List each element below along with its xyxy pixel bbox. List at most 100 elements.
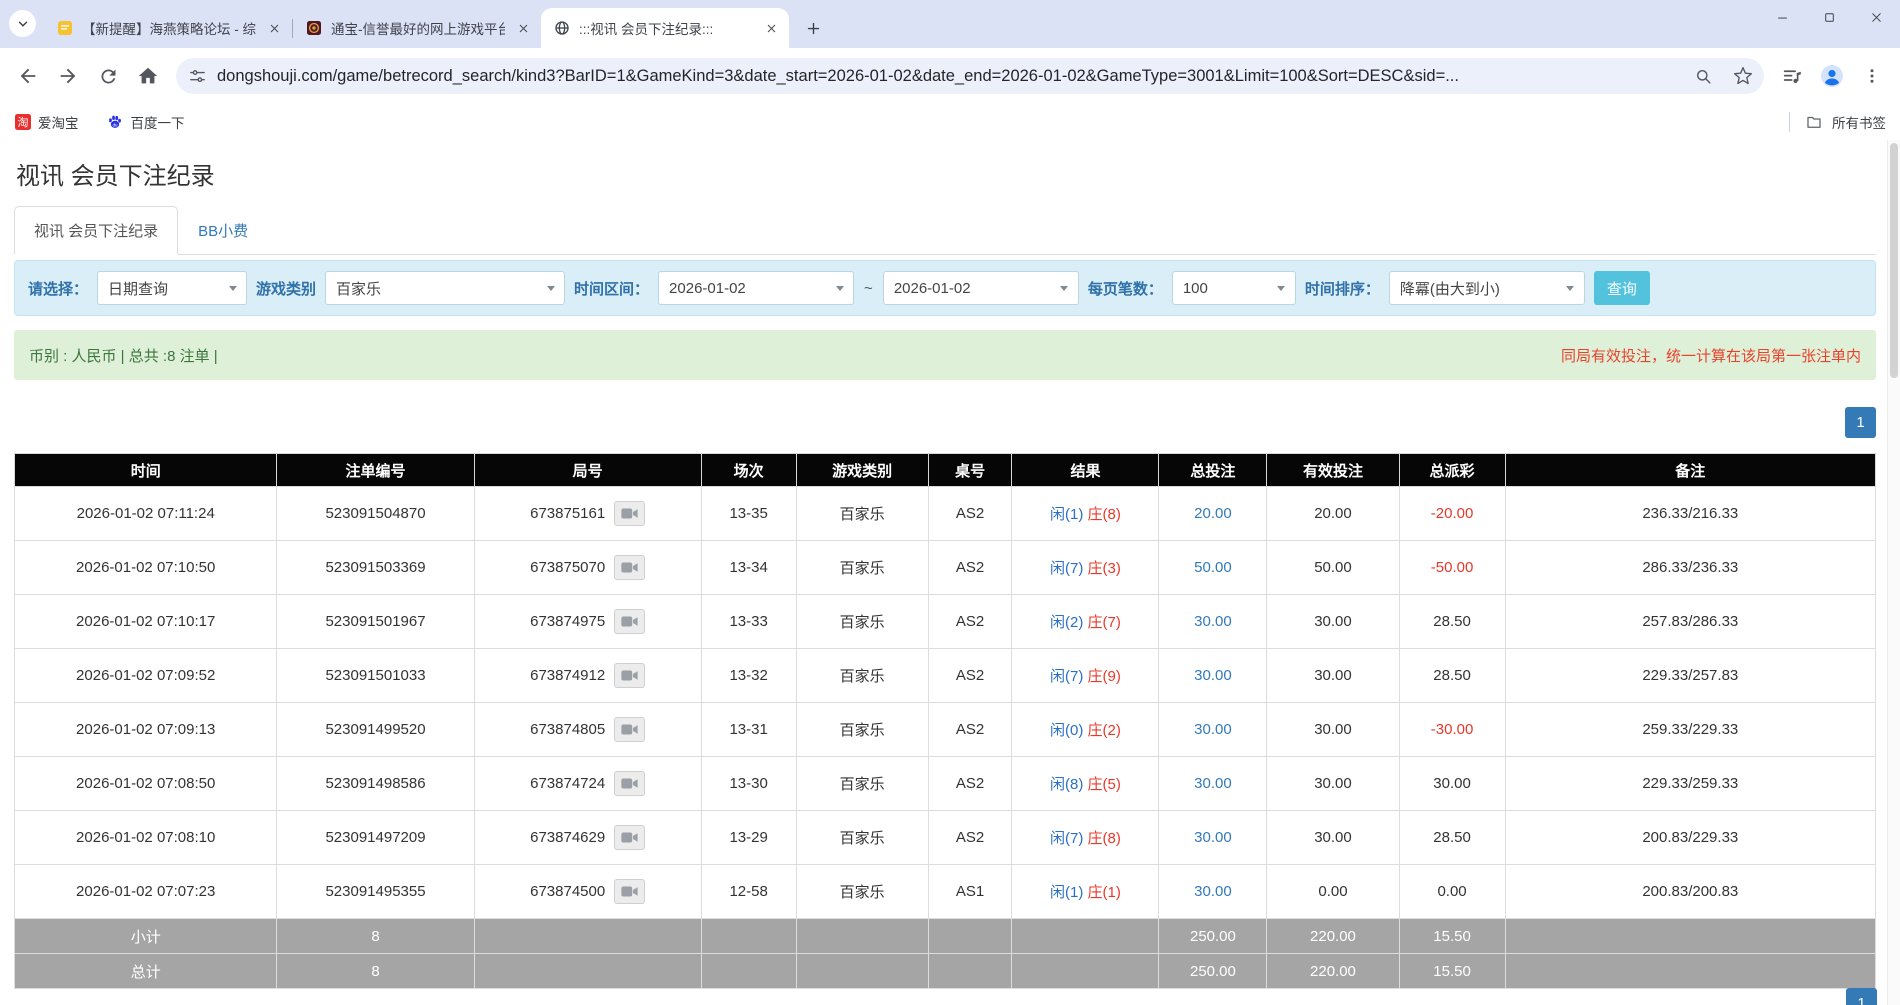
window-maximize-button[interactable] (1806, 0, 1853, 34)
bookmarks-divider (1789, 112, 1790, 132)
cell-payout: 0.00 (1399, 865, 1505, 919)
table-row: 2026-01-02 07:09:13523091499520673874805… (15, 703, 1876, 757)
tab-search-button[interactable] (9, 10, 36, 37)
date-end-select[interactable]: 2026-01-02 (883, 271, 1079, 305)
refresh-button[interactable] (88, 56, 128, 96)
cell-payout: -20.00 (1399, 487, 1505, 541)
cell-game-type: 百家乐 (796, 595, 928, 649)
cell-game-type: 百家乐 (796, 811, 928, 865)
url-text[interactable]: dongshouji.com/game/betrecord_search/kin… (217, 67, 1678, 86)
query-mode-select[interactable]: 日期查询 (97, 271, 247, 305)
minimize-icon (1776, 11, 1789, 24)
cell-game-type: 百家乐 (796, 541, 928, 595)
casino-favicon-icon (305, 20, 322, 37)
browser-tab-1[interactable]: 【新提醒】海燕策略论坛 - 综合 (44, 8, 292, 48)
new-tab-button[interactable] (799, 14, 827, 42)
video-replay-button[interactable] (614, 501, 645, 526)
page-number-button[interactable]: 1 (1846, 988, 1877, 1005)
home-button[interactable] (128, 56, 168, 96)
cell-result: 闲(1) 庄(8) (1012, 487, 1159, 541)
cell-total-bet: 30.00 (1159, 703, 1267, 757)
browser-tab-strip: 【新提醒】海燕策略论坛 - 综合 通宝-信誉最好的网上游戏平台 :::视讯 会员… (0, 0, 1900, 48)
scrollbar-thumb[interactable] (1890, 143, 1898, 378)
cell-bet-no: 523091499520 (277, 703, 474, 757)
cell-total-bet: 20.00 (1159, 487, 1267, 541)
page-size-select[interactable]: 100 (1172, 271, 1296, 305)
zoom-page-button[interactable] (1688, 61, 1718, 91)
column-header: 总投注 (1159, 454, 1267, 487)
forum-favicon-icon (56, 20, 73, 37)
forward-button[interactable] (48, 56, 88, 96)
cell-remark: 200.83/200.83 (1505, 865, 1875, 919)
svg-text:du: du (113, 122, 118, 127)
home-icon (137, 65, 159, 87)
video-replay-button[interactable] (614, 663, 645, 688)
video-replay-button[interactable] (614, 555, 645, 580)
tab-close-icon[interactable] (762, 19, 781, 38)
video-replay-button[interactable] (614, 717, 645, 742)
column-header: 时间 (15, 454, 277, 487)
media-controls-button[interactable] (1772, 56, 1812, 96)
cell-total-bet: 50.00 (1159, 541, 1267, 595)
back-button[interactable] (8, 56, 48, 96)
cell-result: 闲(7) 庄(9) (1012, 649, 1159, 703)
video-replay-button[interactable] (614, 771, 645, 796)
video-replay-button[interactable] (614, 609, 645, 634)
tab-close-icon[interactable] (265, 19, 284, 38)
tab-bet-records[interactable]: 视讯 会员下注纪录 (14, 206, 178, 255)
address-bar[interactable]: dongshouji.com/game/betrecord_search/kin… (176, 58, 1764, 94)
cell-result: 闲(1) 庄(1) (1012, 865, 1159, 919)
cell-bet-no: 523091501967 (277, 595, 474, 649)
column-header: 游戏类别 (796, 454, 928, 487)
bookmark-star-button[interactable] (1728, 61, 1758, 91)
window-close-button[interactable] (1853, 0, 1900, 34)
cell-payout: 28.50 (1399, 649, 1505, 703)
dropdown-arrow-icon (1268, 286, 1295, 291)
browser-tab-active[interactable]: :::视讯 会员下注纪录::: (541, 8, 789, 48)
refresh-icon (98, 66, 119, 87)
cell-remark: 200.83/229.33 (1505, 811, 1875, 865)
all-bookmarks-label[interactable]: 所有书签 (1832, 112, 1886, 132)
window-minimize-button[interactable] (1759, 0, 1806, 34)
profile-avatar[interactable] (1812, 56, 1852, 96)
cell-result: 闲(8) 庄(5) (1012, 757, 1159, 811)
video-replay-button[interactable] (614, 879, 645, 904)
tab-bb-tip[interactable]: BB小费 (178, 206, 268, 255)
camera-icon (621, 723, 638, 736)
search-button[interactable]: 查询 (1594, 271, 1650, 305)
site-settings-icon (188, 67, 207, 86)
cell-remark: 229.33/257.83 (1505, 649, 1875, 703)
video-replay-button[interactable] (614, 825, 645, 850)
browser-tab-2[interactable]: 通宝-信誉最好的网上游戏平台 (293, 8, 541, 48)
cell-time: 2026-01-02 07:10:50 (15, 541, 277, 595)
page-number-button[interactable]: 1 (1845, 407, 1876, 438)
range-tilde: ~ (863, 280, 874, 297)
cell-total-bet: 30.00 (1159, 595, 1267, 649)
cell-round-no: 673874724 (474, 757, 701, 811)
subtotal-count: 8 (277, 919, 474, 954)
tab-close-icon[interactable] (514, 19, 533, 38)
forward-arrow-icon (57, 65, 79, 87)
cell-session: 13-31 (701, 703, 796, 757)
chevron-down-icon (16, 17, 30, 31)
cell-session: 13-34 (701, 541, 796, 595)
browser-menu-button[interactable] (1852, 56, 1892, 96)
plus-icon (806, 21, 821, 36)
cell-session: 12-58 (701, 865, 796, 919)
sort-order-select[interactable]: 降冪(由大到小) (1389, 271, 1585, 305)
date-start-select[interactable]: 2026-01-02 (658, 271, 854, 305)
camera-icon (621, 507, 638, 520)
cell-remark: 236.33/216.33 (1505, 487, 1875, 541)
cell-valid-bet: 50.00 (1267, 541, 1399, 595)
bookmark-taobao[interactable]: 淘 爱淘宝 (14, 112, 79, 132)
bookmark-baidu[interactable]: du 百度一下 (107, 112, 185, 132)
cell-valid-bet: 30.00 (1267, 757, 1399, 811)
cell-valid-bet: 0.00 (1267, 865, 1399, 919)
dropdown-arrow-icon (219, 286, 246, 291)
summary-bar: 币别 : 人民币 | 总共 :8 注单 | 同局有效投注，统一计算在该局第一张注… (14, 330, 1876, 380)
kebab-menu-icon (1863, 67, 1881, 85)
column-header: 局号 (474, 454, 701, 487)
game-type-select[interactable]: 百家乐 (325, 271, 565, 305)
scrollbar[interactable] (1887, 140, 1900, 1005)
cell-bet-no: 523091504870 (277, 487, 474, 541)
